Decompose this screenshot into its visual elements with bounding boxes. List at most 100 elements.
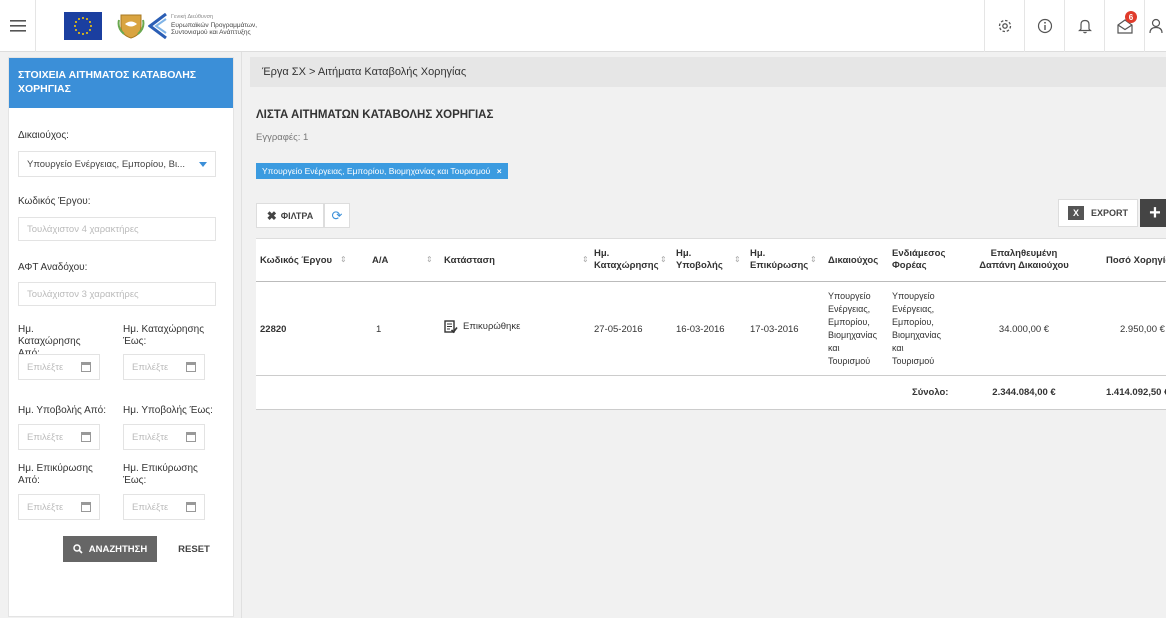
conf-to-label: Ημ. Επικύρωσης Έως: <box>123 463 198 486</box>
project-code-label: Κωδικός Έργου: <box>18 196 91 207</box>
cell-intermediate: Υπουργείο Ενέργειας, Εμπορίου, Βιομηχανί… <box>892 290 941 368</box>
info-icon[interactable] <box>1024 0 1064 52</box>
conf-from-placeholder: Επιλέξτε <box>27 502 64 513</box>
search-button[interactable]: ΑΝΑΖΗΤΗΣΗ <box>63 536 157 562</box>
contractor-label: ΑΦΤ Αναδόχου: <box>18 262 88 273</box>
active-filter-tag[interactable]: Υπουργείο Ενέργειας, Εμπορίου, Βιομηχανί… <box>256 163 508 179</box>
breadcrumb[interactable]: Έργα ΣΧ > Αιτήματα Καταβολής Χορηγίας <box>250 57 1166 87</box>
cyprus-emblem-logo <box>116 12 146 40</box>
calendar-icon[interactable] <box>186 502 196 512</box>
excel-icon: X <box>1067 206 1084 220</box>
beneficiary-line: Ενέργειας, <box>828 304 871 314</box>
intermediate-line: και <box>892 343 904 353</box>
table-row[interactable]: 22820 1 Επικυρώθηκε 27-05-2016 16-03-201… <box>256 282 1166 376</box>
col-status[interactable]: Κατάσταση <box>444 255 495 267</box>
settings-icon[interactable] <box>984 0 1024 52</box>
col-intermediate: Ενδιάμεσος Φορέας <box>892 248 945 272</box>
col-verified-line2: Δαπάνη Δικαιούχου <box>979 260 1069 271</box>
col-conf-date-line1: Ημ. <box>750 248 766 259</box>
reg-from-date-input[interactable]: Επιλέξτε <box>18 354 100 380</box>
total-verified: 2.344.084,00 € <box>992 387 1056 398</box>
cell-project-code: 22820 <box>260 324 287 335</box>
logo-line-3: Συντονισμού και Ανάπτυξης <box>171 29 251 37</box>
calendar-icon[interactable] <box>186 432 196 442</box>
col-reg-date[interactable]: Ημ. Καταχώρησης <box>594 248 659 272</box>
refresh-button[interactable]: ⟳ <box>324 203 350 228</box>
col-verified: Επαληθευμένη Δαπάνη Δικαιούχου <box>962 248 1086 272</box>
beneficiary-line: Βιομηχανίας <box>828 330 877 340</box>
calendar-icon[interactable] <box>81 432 91 442</box>
calendar-icon[interactable] <box>186 362 196 372</box>
conf-to-date-input[interactable]: Επιλέξτε <box>123 494 205 520</box>
cell-reg-date: 27-05-2016 <box>594 324 643 335</box>
reg-to-date-input[interactable]: Επιλέξτε <box>123 354 205 380</box>
cell-sub-date: 16-03-2016 <box>676 324 725 335</box>
plus-icon: + <box>1149 201 1161 224</box>
col-project-code[interactable]: Κωδικός Έργου <box>260 255 332 267</box>
approved-document-icon <box>444 320 458 334</box>
cell-status: Επικυρώθηκε <box>444 320 520 334</box>
export-button-label: EXPORT <box>1090 208 1128 218</box>
col-sub-date-line2: Υποβολής <box>676 260 723 271</box>
sort-icon[interactable]: ⇕ <box>810 255 817 264</box>
col-aa[interactable]: Α/Α <box>372 255 388 267</box>
reset-button[interactable]: RESET <box>169 536 219 562</box>
requests-table: Κωδικός Έργου ⇕ Α/Α ⇕ Κατάσταση ⇕ Ημ. Κα… <box>256 238 1166 410</box>
filters-button-label: ΦΙΛΤΡΑ <box>280 210 314 221</box>
intermediate-line: Βιομηχανίας <box>892 330 941 340</box>
sort-icon[interactable]: ⇕ <box>426 255 433 264</box>
col-conf-date-line2: Επικύρωσης <box>750 260 809 271</box>
records-count: Εγγραφές: 1 <box>256 132 309 143</box>
export-button[interactable]: X EXPORT <box>1058 199 1138 227</box>
beneficiary-select[interactable]: Υπουργείο Ενέργειας, Εμπορίου, Βι... <box>18 151 216 177</box>
col-conf-date[interactable]: Ημ. Επικύρωσης <box>750 248 808 272</box>
project-code-input[interactable]: Τουλάχιστον 4 χαρακτήρες <box>18 217 216 241</box>
beneficiary-line: Τουρισμού <box>828 356 871 366</box>
sort-icon[interactable]: ⇕ <box>340 255 347 264</box>
user-icon[interactable] <box>1144 0 1166 52</box>
cell-conf-date: 17-03-2016 <box>750 324 799 335</box>
beneficiary-line: Εμπορίου, <box>828 317 870 327</box>
col-verified-line1: Επαληθευμένη <box>990 248 1058 259</box>
sort-icon[interactable]: ⇕ <box>734 255 741 264</box>
menu-icon[interactable] <box>0 0 36 52</box>
conf-from-date-input[interactable]: Επιλέξτε <box>18 494 100 520</box>
main-content: Έργα ΣΧ > Αιτήματα Καταβολής Χορηγίας ΛΙ… <box>242 52 1166 618</box>
col-reg-date-line2: Καταχώρησης <box>594 260 659 271</box>
search-panel: ΣΤΟΙΧΕΙΑ ΑΙΤΗΜΑΤΟΣ ΚΑΤΑΒΟΛΗΣ ΧΟΡΗΓΙΑΣ Δι… <box>8 57 234 617</box>
sub-from-placeholder: Επιλέξτε <box>27 432 64 443</box>
add-button[interactable]: + <box>1140 199 1166 227</box>
contractor-input[interactable]: Τουλάχιστον 3 χαρακτήρες <box>18 282 216 306</box>
search-icon <box>73 544 83 554</box>
refresh-icon: ⟳ <box>331 207 343 223</box>
col-beneficiary: Δικαιούχος <box>828 255 879 266</box>
calendar-icon[interactable] <box>81 502 91 512</box>
cell-verified: 34.000,00 € <box>998 324 1050 335</box>
calendar-icon[interactable] <box>81 362 91 372</box>
messages-icon[interactable]: 6 <box>1104 0 1144 52</box>
close-icon: ✖ <box>266 208 277 223</box>
notification-badge: 6 <box>1125 11 1137 23</box>
conf-from-label: Ημ. Επικύρωσης Από: <box>18 463 93 486</box>
sort-icon[interactable]: ⇕ <box>582 255 589 264</box>
ministry-logo: Γενική Διεύθυνση Ευρωπαϊκών Προγραμμάτων… <box>148 12 257 39</box>
col-sub-date[interactable]: Ημ. Υποβολής <box>676 248 723 272</box>
sub-from-date-input[interactable]: Επιλέξτε <box>18 424 100 450</box>
col-sub-date-line1: Ημ. <box>676 248 692 259</box>
conf-to-placeholder: Επιλέξτε <box>132 502 169 513</box>
reg-to-placeholder: Επιλέξτε <box>132 362 169 373</box>
filters-button[interactable]: ✖ ΦΙΛΤΡΑ <box>256 203 324 228</box>
close-icon[interactable]: × <box>497 166 502 176</box>
col-intermediate-line2: Φορέας <box>892 260 927 271</box>
reg-from-placeholder: Επιλέξτε <box>27 362 64 373</box>
eu-flag-logo <box>64 11 102 40</box>
sub-to-placeholder: Επιλέξτε <box>132 432 169 443</box>
sidebar-title: ΣΤΟΙΧΕΙΑ ΑΙΤΗΜΑΤΟΣ ΚΑΤΑΒΟΛΗΣ ΧΟΡΗΓΙΑΣ <box>9 58 233 108</box>
table-total-row: Σύνολο: 2.344.084,00 € 1.414.092,50 € <box>256 376 1166 410</box>
intermediate-line: Υπουργείο <box>892 291 935 301</box>
beneficiary-line: Υπουργείο <box>828 291 871 301</box>
sub-to-date-input[interactable]: Επιλέξτε <box>123 424 205 450</box>
bell-icon[interactable] <box>1064 0 1104 52</box>
sort-icon[interactable]: ⇕ <box>660 255 667 264</box>
status-label: Επικυρώθηκε <box>463 321 521 332</box>
